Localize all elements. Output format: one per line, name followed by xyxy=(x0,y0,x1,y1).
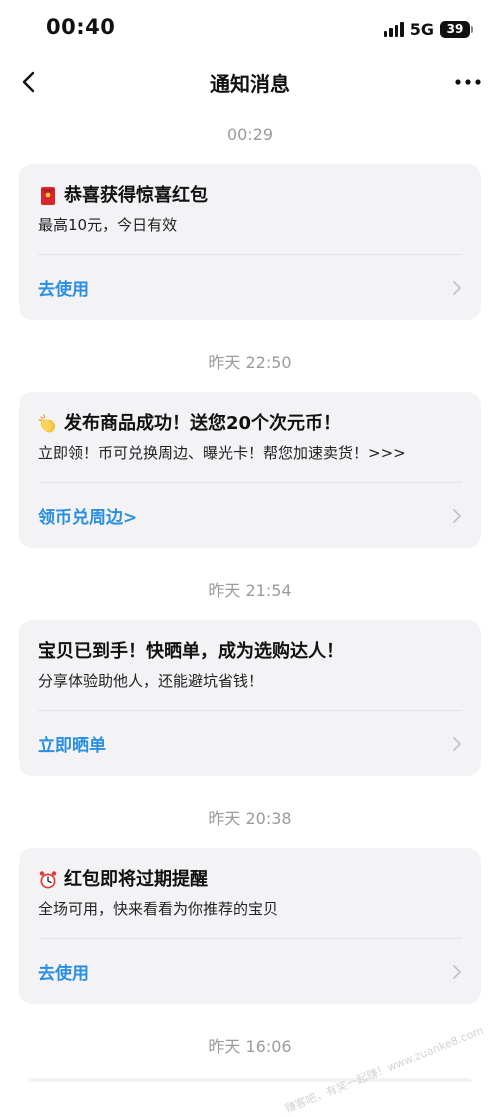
card-title: 宝贝已到手！快晒单，成为选购达人！ xyxy=(38,638,462,666)
nav-bar: 通知消息 xyxy=(0,58,500,106)
notification-group: 昨天 21:54 宝贝已到手！快晒单，成为选购达人！ 分享体验助他人，还能避坑省… xyxy=(0,562,500,776)
action-label: 领币兑周边> xyxy=(38,508,138,528)
notification-card[interactable]: 发布商品成功！送您20个次元币！ 立即领！币可兑换周边、曝光卡！帮您加速卖货！>… xyxy=(19,392,481,548)
notification-feed[interactable]: 00:29 恭喜获得惊喜红包 最高10元，今日有效 去使用 昨天 22:50 发… xyxy=(0,106,500,1076)
chevron-right-icon xyxy=(453,508,461,523)
notification-group: 昨天 20:38 红包即将过期提醒 全场可用，快来看看为你推荐的宝贝 去使用 xyxy=(0,790,500,1004)
notification-card[interactable]: 恭喜获得惊喜红包 最高10元，今日有效 去使用 xyxy=(19,164,481,320)
chevron-right-icon xyxy=(453,280,461,295)
status-time: 00:40 xyxy=(46,15,116,39)
more-dots-icon xyxy=(455,79,481,85)
card-action-button[interactable]: 立即晒单 xyxy=(38,711,462,776)
card-title: 发布商品成功！送您20个次元币！ xyxy=(38,410,462,438)
card-desc: 全场可用，快来看看为你推荐的宝贝 xyxy=(38,900,279,918)
card-title-text: 发布商品成功！送您20个次元币！ xyxy=(64,413,342,434)
red-envelope-icon xyxy=(41,187,55,205)
card-title-text: 恭喜获得惊喜红包 xyxy=(64,185,208,206)
more-button[interactable] xyxy=(454,68,482,96)
timestamp: 昨天 20:38 xyxy=(208,809,292,828)
timestamp: 昨天 21:54 xyxy=(208,581,292,600)
battery-level: 39 xyxy=(446,22,464,36)
network-type: 5G xyxy=(409,19,434,39)
card-action-button[interactable]: 领币兑周边> xyxy=(38,483,462,548)
chevron-right-icon xyxy=(453,736,461,751)
notification-card[interactable]: 宝贝已到手！快晒单，成为选购达人！ 分享体验助他人，还能避坑省钱！ 立即晒单 xyxy=(19,620,481,776)
notification-group: 昨天 22:50 发布商品成功！送您20个次元币！ 立即领！币可兑换周边、曝光卡… xyxy=(0,334,500,548)
card-title: 红包即将过期提醒 xyxy=(38,866,462,894)
timestamp: 昨天 22:50 xyxy=(208,353,292,372)
notification-card-partial[interactable] xyxy=(28,1078,472,1082)
action-label: 去使用 xyxy=(38,964,89,984)
clapping-hands-icon xyxy=(38,414,56,433)
signal-icon xyxy=(383,21,404,37)
card-title: 恭喜获得惊喜红包 xyxy=(38,182,462,210)
action-label: 去使用 xyxy=(38,280,89,300)
notification-group: 00:29 恭喜获得惊喜红包 最高10元，今日有效 去使用 xyxy=(0,106,500,320)
card-desc: 最高10元，今日有效 xyxy=(38,216,178,234)
card-desc: 立即领！币可兑换周边、曝光卡！帮您加速卖货！>>> xyxy=(38,444,406,462)
notification-card[interactable]: 红包即将过期提醒 全场可用，快来看看为你推荐的宝贝 去使用 xyxy=(19,848,481,1004)
page-title: 通知消息 xyxy=(210,72,290,96)
status-bar: 00:40 5G 39 xyxy=(0,0,500,58)
card-action-button[interactable]: 去使用 xyxy=(38,255,462,320)
battery-icon: 39 xyxy=(440,20,473,38)
timestamp: 00:29 xyxy=(226,125,274,144)
card-title-text: 宝贝已到手！快晒单，成为选购达人！ xyxy=(38,641,344,662)
action-label: 立即晒单 xyxy=(38,736,106,756)
alarm-clock-icon xyxy=(39,871,57,889)
card-action-button[interactable]: 去使用 xyxy=(38,939,462,1004)
chevron-right-icon xyxy=(453,964,461,979)
card-desc: 分享体验助他人，还能避坑省钱！ xyxy=(38,672,264,690)
card-title-text: 红包即将过期提醒 xyxy=(64,869,208,890)
status-indicators: 5G 39 xyxy=(383,18,473,40)
